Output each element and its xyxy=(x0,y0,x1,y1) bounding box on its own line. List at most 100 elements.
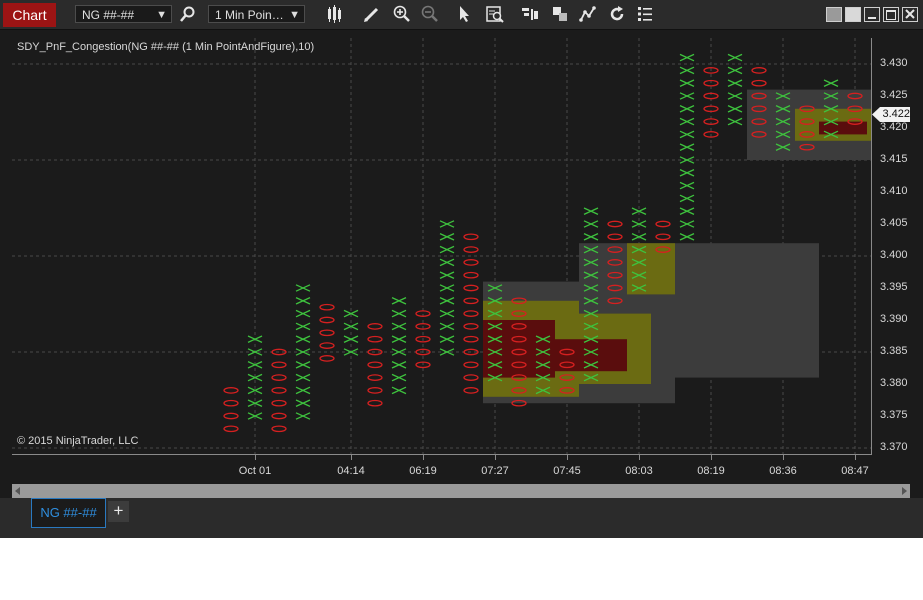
x-tick-mark xyxy=(351,455,352,460)
o-box xyxy=(367,399,383,407)
o-box xyxy=(319,342,335,349)
o-box xyxy=(367,374,383,381)
indicators-icon[interactable] xyxy=(578,4,598,24)
o-box xyxy=(463,284,479,292)
list-icon[interactable] xyxy=(635,4,655,24)
y-tick-label: 3.430 xyxy=(880,57,908,69)
x-box xyxy=(391,335,407,343)
o-box xyxy=(271,399,287,407)
data-box-icon[interactable] xyxy=(485,4,505,24)
o-box xyxy=(367,323,383,330)
pointer-icon[interactable] xyxy=(455,4,475,24)
x-box xyxy=(679,233,695,241)
x-tick-label: 08:47 xyxy=(841,465,869,477)
o-box xyxy=(463,259,479,266)
x-tick-mark xyxy=(567,455,568,460)
x-box xyxy=(439,233,455,241)
properties-icon[interactable] xyxy=(550,4,570,24)
horizontal-scrollbar[interactable] xyxy=(12,484,910,498)
x-box xyxy=(391,297,407,305)
y-tick-label: 3.420 xyxy=(880,121,908,133)
x-box xyxy=(439,335,455,343)
add-tab-button[interactable]: + xyxy=(108,501,129,522)
x-box xyxy=(295,412,311,420)
minimize-icon[interactable] xyxy=(864,7,880,22)
o-box xyxy=(271,425,287,433)
x-box xyxy=(823,79,839,87)
current-price-value: 3.422 xyxy=(882,108,910,120)
tab-bar xyxy=(0,498,923,538)
y-tick-label: 3.425 xyxy=(880,89,908,101)
x-box xyxy=(295,297,311,305)
o-box xyxy=(223,425,239,433)
x-tick-mark xyxy=(495,455,496,460)
o-box xyxy=(607,220,623,228)
reload-icon[interactable] xyxy=(607,4,627,24)
chart-trader-icon[interactable] xyxy=(520,4,540,24)
instrument-selector[interactable]: NG ##-## ▼ xyxy=(75,5,172,23)
y-tick-label: 3.370 xyxy=(880,441,908,453)
chart-title-tab[interactable]: Chart xyxy=(3,3,56,27)
y-tick-label: 3.375 xyxy=(880,409,908,421)
o-box xyxy=(655,233,671,241)
zoom-in-icon[interactable] xyxy=(392,4,412,24)
indicator-label: SDY_PnF_Congestion(NG ##-## (1 Min Point… xyxy=(17,41,315,53)
instrument-value: NG ##-## xyxy=(82,8,135,22)
x-box xyxy=(679,117,695,126)
draw-pencil-icon[interactable] xyxy=(362,4,382,24)
search-icon[interactable] xyxy=(178,4,198,24)
o-box xyxy=(751,79,767,87)
x-box xyxy=(439,245,455,254)
o-box xyxy=(271,387,287,394)
y-tick-label: 3.400 xyxy=(880,249,908,261)
o-box xyxy=(463,323,479,330)
x-box xyxy=(583,220,599,228)
maximize-icon[interactable] xyxy=(883,7,899,22)
o-box xyxy=(655,220,671,228)
x-box xyxy=(679,53,695,62)
x-box xyxy=(727,79,743,87)
x-box xyxy=(679,105,695,113)
zoom-out-icon[interactable] xyxy=(420,4,440,24)
x-tick-mark xyxy=(711,455,712,460)
tile-icon[interactable] xyxy=(826,7,842,22)
x-tick-mark xyxy=(855,455,856,460)
x-box xyxy=(439,309,455,318)
x-tick-label: 06:19 xyxy=(409,465,437,477)
x-box xyxy=(391,309,407,318)
close-icon[interactable] xyxy=(902,7,918,22)
x-box xyxy=(439,220,455,228)
x-tick-mark xyxy=(423,455,424,460)
x-box xyxy=(247,335,263,343)
x-box xyxy=(679,181,695,190)
x-tick-mark xyxy=(639,455,640,460)
interval-selector[interactable]: 1 Min Poin… ▼ xyxy=(208,5,305,23)
x-box xyxy=(679,194,695,203)
x-tick-label: 04:14 xyxy=(337,465,365,477)
interval-value: 1 Min Poin… xyxy=(215,8,284,22)
tab-ng[interactable]: NG ##-## xyxy=(31,498,106,528)
x-box xyxy=(391,322,407,331)
bar-style-icon[interactable] xyxy=(325,4,345,24)
x-box xyxy=(679,92,695,100)
x-tick-mark xyxy=(255,455,256,460)
x-box xyxy=(295,386,311,395)
copyright-text: © 2015 NinjaTrader, LLC xyxy=(17,435,139,447)
o-box xyxy=(271,412,287,420)
x-box xyxy=(295,335,311,343)
x-box xyxy=(679,143,695,151)
o-box xyxy=(463,271,479,279)
x-tick-label: Oct 01 xyxy=(238,465,272,477)
pnf-chart[interactable] xyxy=(12,38,891,455)
x-box xyxy=(295,322,311,331)
y-tick-label: 3.390 xyxy=(880,313,908,325)
o-box xyxy=(223,399,239,407)
chart-panel[interactable] xyxy=(12,38,891,455)
o-box xyxy=(367,361,383,369)
x-box xyxy=(679,66,695,75)
o-box xyxy=(463,361,479,369)
o-box xyxy=(319,355,335,362)
tile-icon-2[interactable] xyxy=(845,7,861,22)
o-box xyxy=(271,361,287,369)
x-box xyxy=(679,207,695,215)
